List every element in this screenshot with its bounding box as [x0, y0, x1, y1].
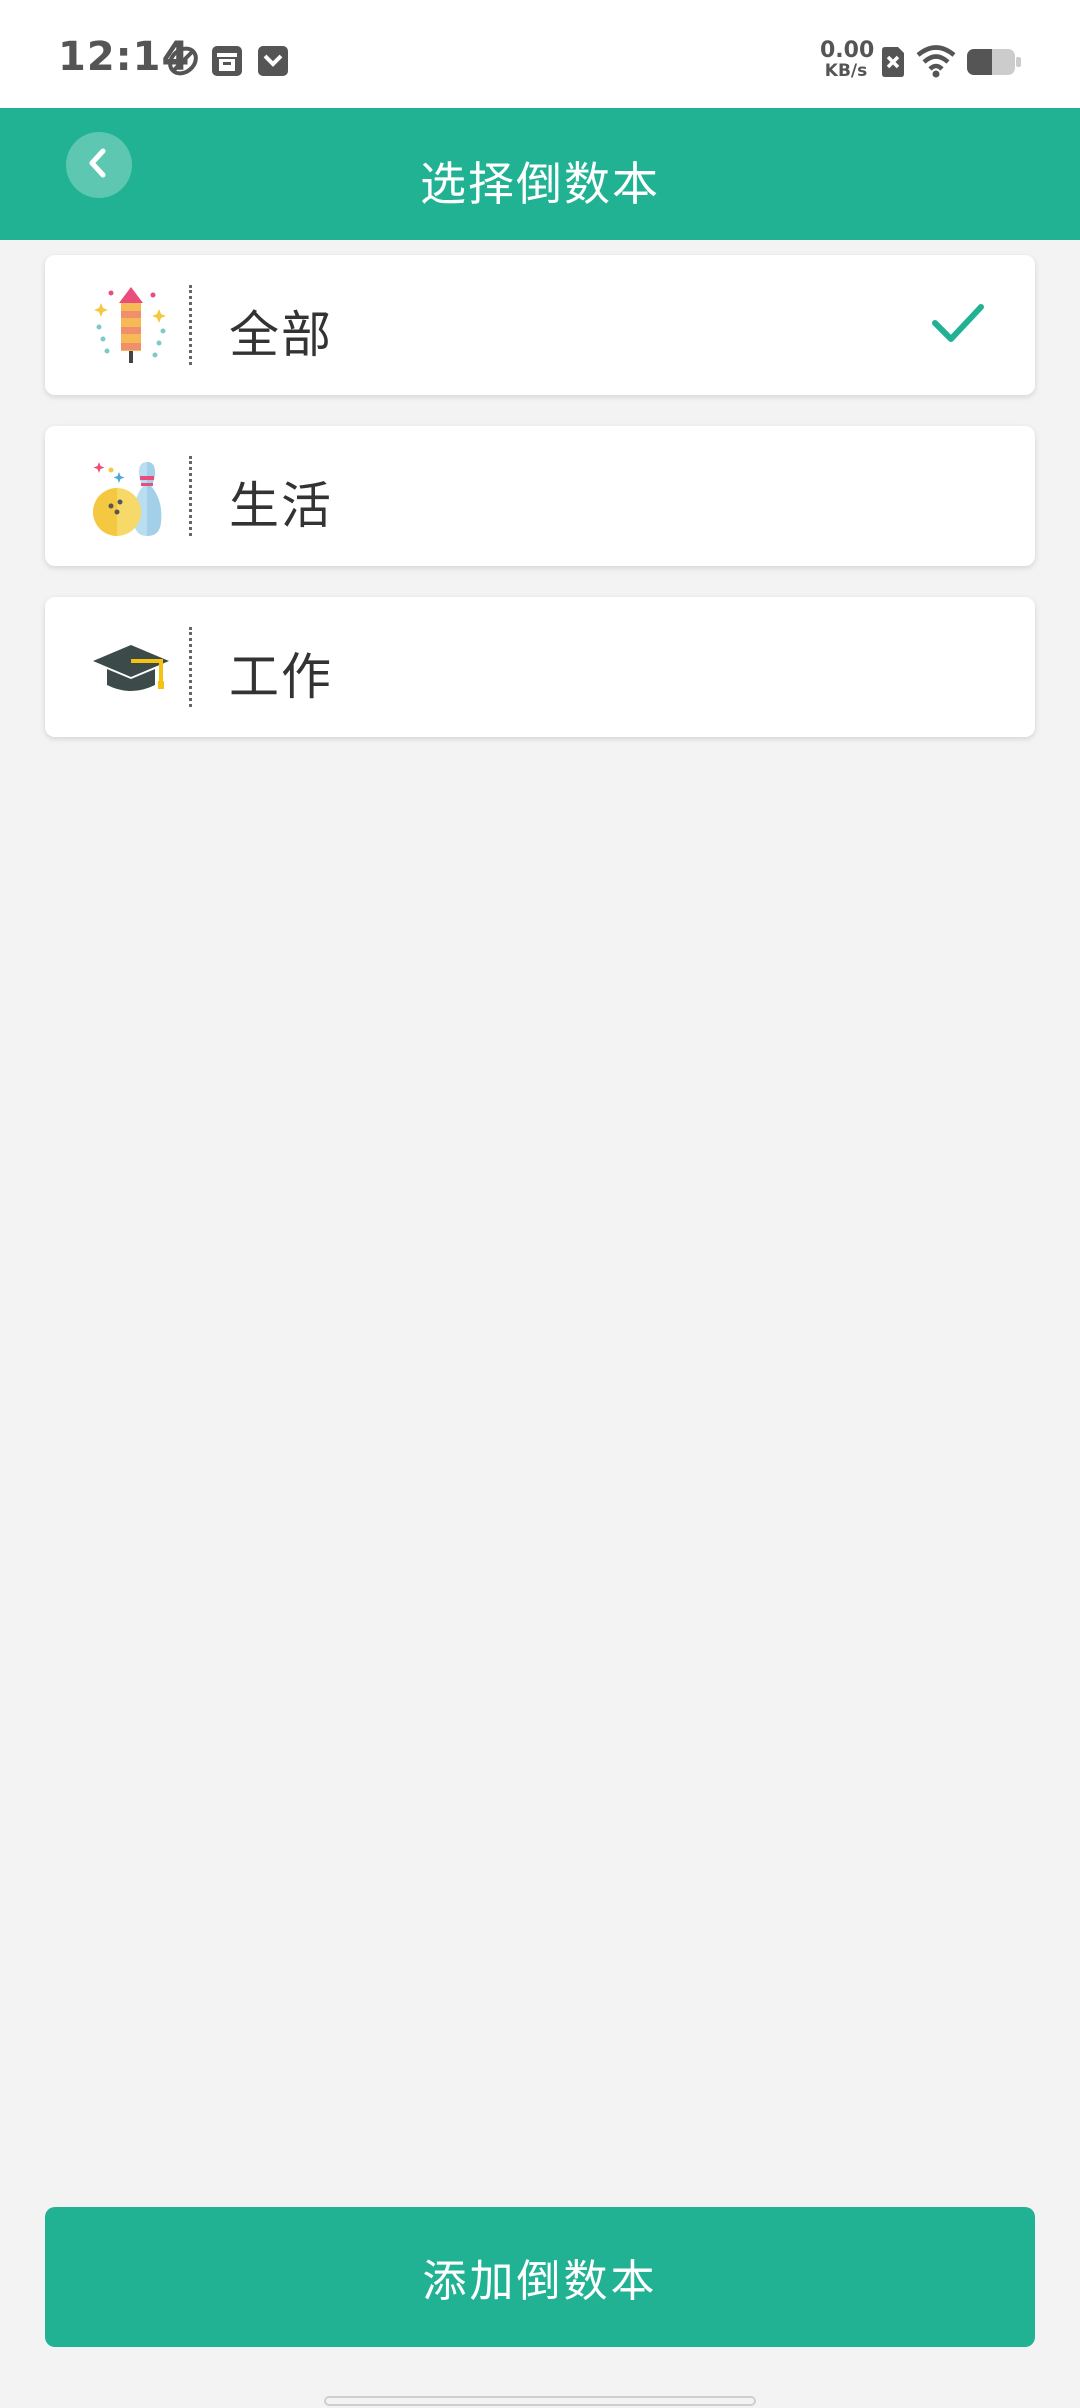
battery-icon	[966, 48, 1022, 80]
archive-icon	[210, 44, 244, 82]
category-label: 生活	[229, 477, 333, 535]
card-divider	[189, 285, 192, 365]
bowling-icon	[89, 456, 173, 540]
screen: 12:14 0.00 KB/s 选择倒数本 全部 生活 工作 添加倒数本	[0, 0, 1080, 2408]
header-bar: 选择倒数本	[0, 108, 1080, 240]
card-divider	[189, 627, 192, 707]
wifi-icon	[916, 44, 956, 82]
add-countdown-book-button[interactable]: 添加倒数本	[45, 2207, 1035, 2347]
network-speed: 0.00 KB/s	[820, 38, 875, 81]
page-title: 选择倒数本	[420, 157, 660, 211]
notification-icon	[256, 44, 290, 82]
category-label: 全部	[229, 306, 333, 364]
network-speed-value: 0.00	[820, 38, 875, 63]
home-indicator[interactable]	[324, 2396, 756, 2406]
category-item-work[interactable]: 工作	[45, 597, 1035, 737]
network-speed-unit: KB/s	[824, 61, 868, 81]
firework-icon	[89, 285, 173, 369]
graduation-cap-icon	[89, 627, 173, 711]
category-item-all[interactable]: 全部	[45, 255, 1035, 395]
category-item-life[interactable]: 生活	[45, 426, 1035, 566]
category-label: 工作	[229, 648, 333, 706]
card-divider	[189, 456, 192, 536]
sim-off-icon	[880, 46, 906, 82]
check-icon	[931, 301, 985, 349]
leaf-icon	[166, 44, 200, 82]
status-bar: 12:14 0.00 KB/s	[0, 0, 1080, 108]
